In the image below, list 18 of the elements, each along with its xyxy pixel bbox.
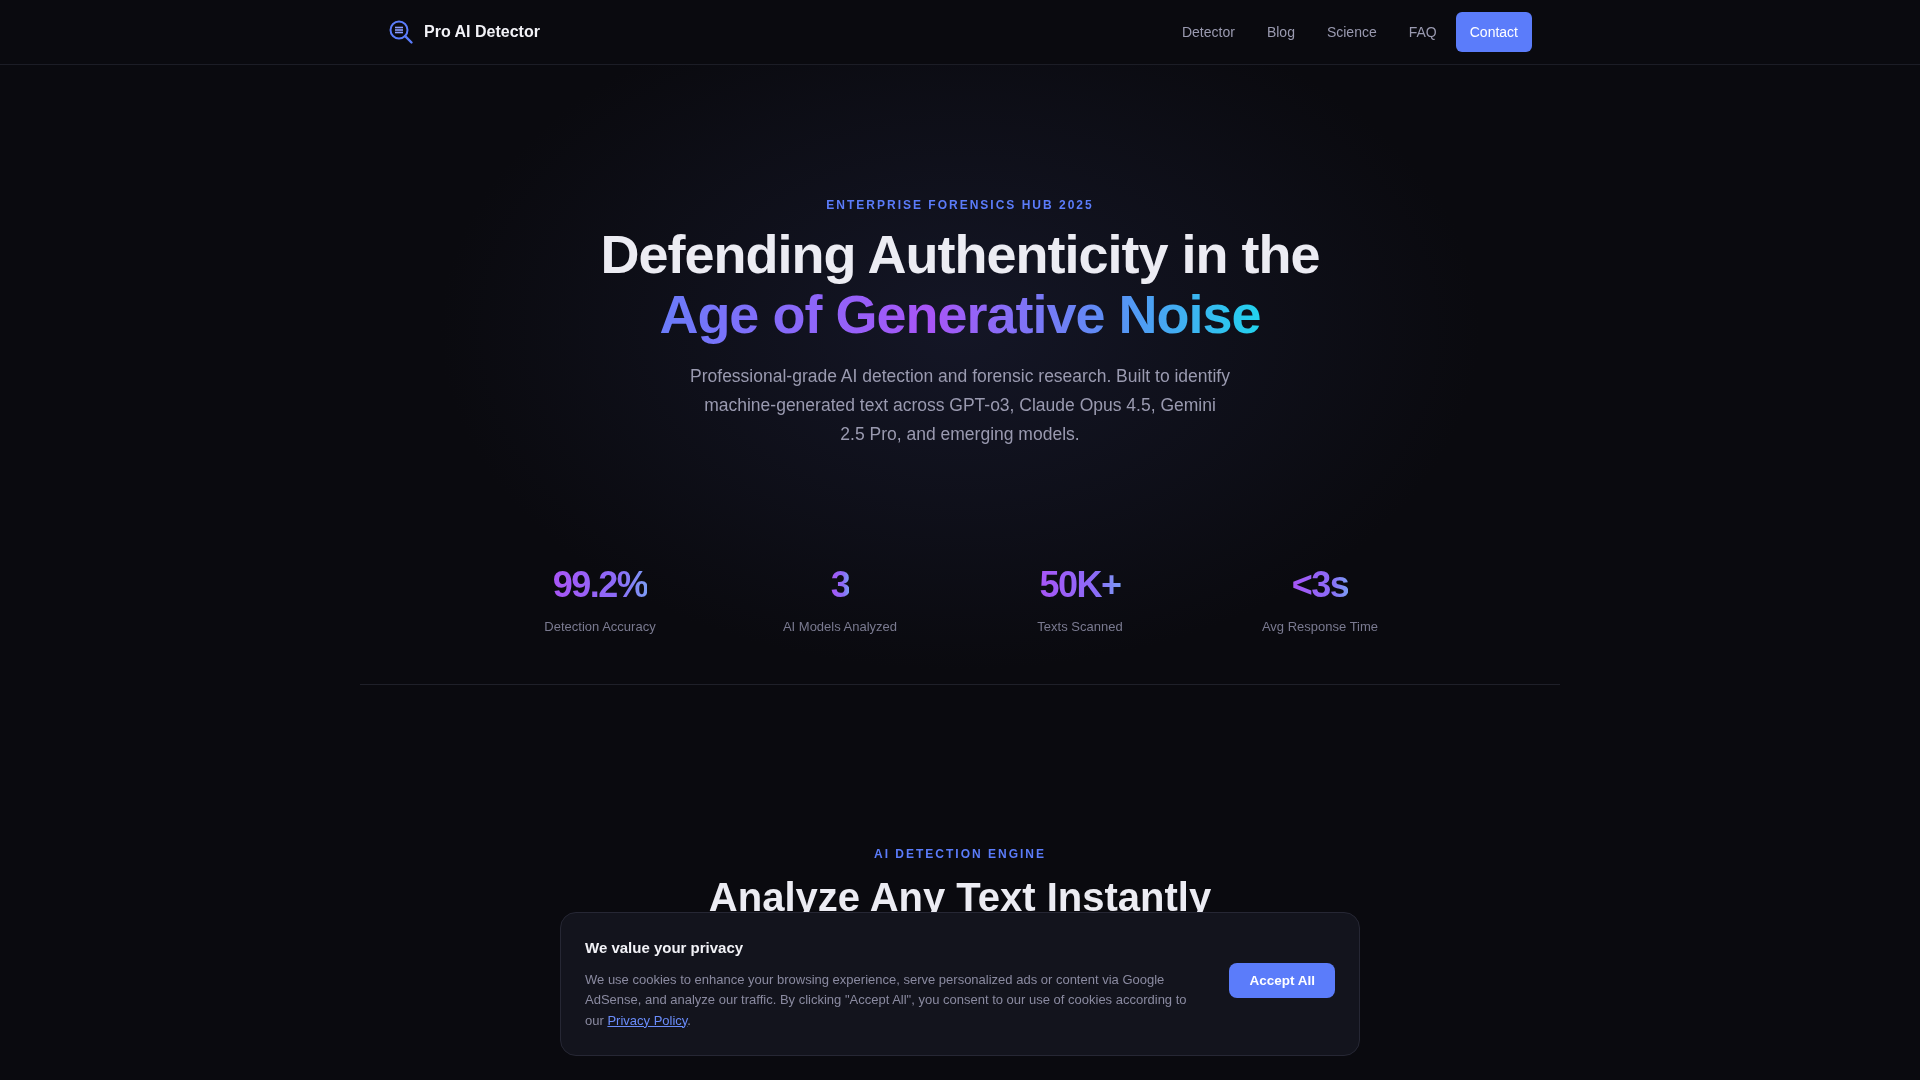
hero-description: Professional-grade AI detection and forensic research. Built to identify machine-generated text across GPT-o3, Claude Opus 4.5, Gemini 2.5 Pro, and emerging models. <box>690 365 1230 446</box>
cookie-title: We value your privacy <box>585 938 745 956</box>
brand-name[interactable]: Pro AI Detector <box>424 23 540 41</box>
hero-title: Defending Authenticity in the <box>600 224 1320 284</box>
nav-link[interactable]: Science <box>1310 24 1393 40</box>
stat-label: Detection Accuracy <box>544 619 656 634</box>
stat-label: AI Models Analyzed <box>782 619 898 634</box>
accept-all-button[interactable]: Accept All <box>1229 963 1335 999</box>
eyebrow-label: AI DETECTION ENGINE <box>874 847 1046 861</box>
cookie-text: We use cookies to enhance your browsing experience, serve personalized ads or content via Google AdSense, and analyze our traffic. By clicking "Accept All", you consent to our use of cookies according to our Privacy Policy. <box>585 970 1188 1030</box>
nav-link[interactable]: Blog <box>1250 24 1311 40</box>
nav-link[interactable]: FAQ <box>1392 24 1453 40</box>
nav-link[interactable]: Detector <box>1165 24 1251 40</box>
contact-button[interactable]: Contact <box>1455 12 1532 52</box>
stat-label: Texts Scanned <box>1037 619 1123 634</box>
search-icon[interactable] <box>388 19 414 45</box>
stat-label: Avg Response Time <box>1261 619 1379 634</box>
eyebrow-label: ENTERPRISE FORENSICS HUB 2025 <box>826 198 1094 212</box>
